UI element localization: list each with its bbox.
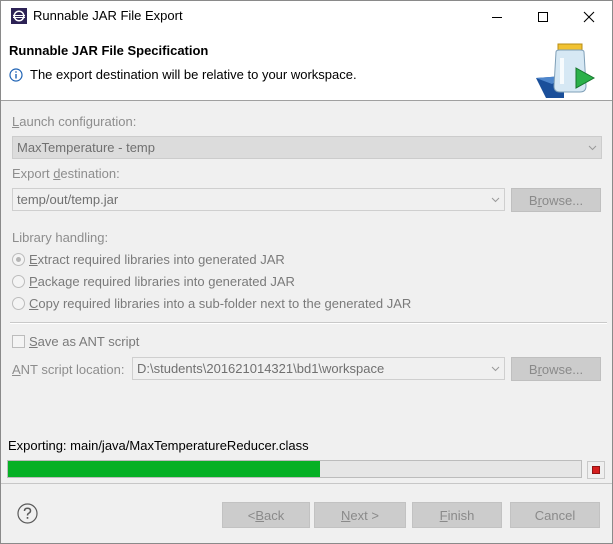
browse-ant-location-button[interactable]: Br owse... xyxy=(511,357,601,381)
launch-configuration-value: MaxTemperature - temp xyxy=(17,140,155,155)
export-destination-combo[interactable]: temp/out/temp.jar xyxy=(12,188,505,211)
save-ant-script-label: Save as ANT script xyxy=(29,334,140,349)
radio-button[interactable] xyxy=(12,252,25,266)
cancel-button[interactable]: Cancel xyxy=(510,502,600,528)
jar-export-wizard-icon xyxy=(536,43,596,98)
title-bar: Runnable JAR File Export xyxy=(1,1,612,32)
ant-script-location-value: D:\students\201621014321\bd1\workspace xyxy=(137,361,385,376)
progress-status-text: Exporting: main/java/MaxTemperatureReduc… xyxy=(8,438,309,453)
radio-copy-libraries[interactable]: Copy required libraries into a sub-folde… xyxy=(12,294,411,312)
chevron-down-icon xyxy=(583,137,601,158)
next-button[interactable]: Next > xyxy=(314,502,406,528)
export-destination-label: Export destination: xyxy=(12,166,120,181)
footer-separator xyxy=(1,483,612,484)
library-handling-label: Library handling: xyxy=(12,230,109,245)
close-button[interactable] xyxy=(566,1,612,32)
header-message: The export destination will be relative … xyxy=(30,67,357,82)
radio-package-libraries[interactable]: Package required libraries into generate… xyxy=(12,272,295,290)
finish-button[interactable]: Finish xyxy=(412,502,502,528)
progress-bar-fill xyxy=(8,461,321,477)
info-icon xyxy=(9,68,23,82)
browse-destination-button[interactable]: Br owse... xyxy=(511,188,601,212)
radio-button[interactable] xyxy=(12,274,25,288)
eclipse-app-icon xyxy=(11,8,27,24)
page-title: Runnable JAR File Specification xyxy=(9,43,209,58)
export-destination-value: temp/out/temp.jar xyxy=(17,192,119,207)
chevron-down-icon xyxy=(486,358,504,379)
maximize-icon xyxy=(538,11,548,22)
launch-configuration-select[interactable]: MaxTemperature - temp xyxy=(12,136,602,159)
maximize-button[interactable] xyxy=(520,1,566,32)
ant-script-location-combo[interactable]: D:\students\201621014321\bd1\workspace xyxy=(132,357,505,380)
launch-configuration-label: Launch configuration: xyxy=(12,114,137,129)
save-ant-script-checkbox[interactable] xyxy=(12,335,25,348)
minimize-icon xyxy=(492,16,502,18)
radio-button[interactable] xyxy=(12,296,25,310)
stop-icon xyxy=(592,466,600,474)
chevron-down-icon xyxy=(486,189,504,210)
help-icon[interactable] xyxy=(17,503,38,524)
back-button[interactable]: < Back xyxy=(222,502,310,528)
ant-script-location-label: ANT script location: xyxy=(12,362,125,377)
stop-button[interactable] xyxy=(587,461,605,479)
radio-extract-libraries[interactable]: Extract required libraries into generate… xyxy=(12,250,285,268)
window-title: Runnable JAR File Export xyxy=(33,8,183,23)
export-dialog: Runnable JAR File Export Runnable JAR Fi… xyxy=(0,0,613,544)
close-icon xyxy=(583,11,595,22)
separator xyxy=(10,322,607,324)
minimize-button[interactable] xyxy=(474,1,520,32)
wizard-header: Runnable JAR File Specification The expo… xyxy=(1,32,612,101)
progress-bar xyxy=(7,460,582,478)
